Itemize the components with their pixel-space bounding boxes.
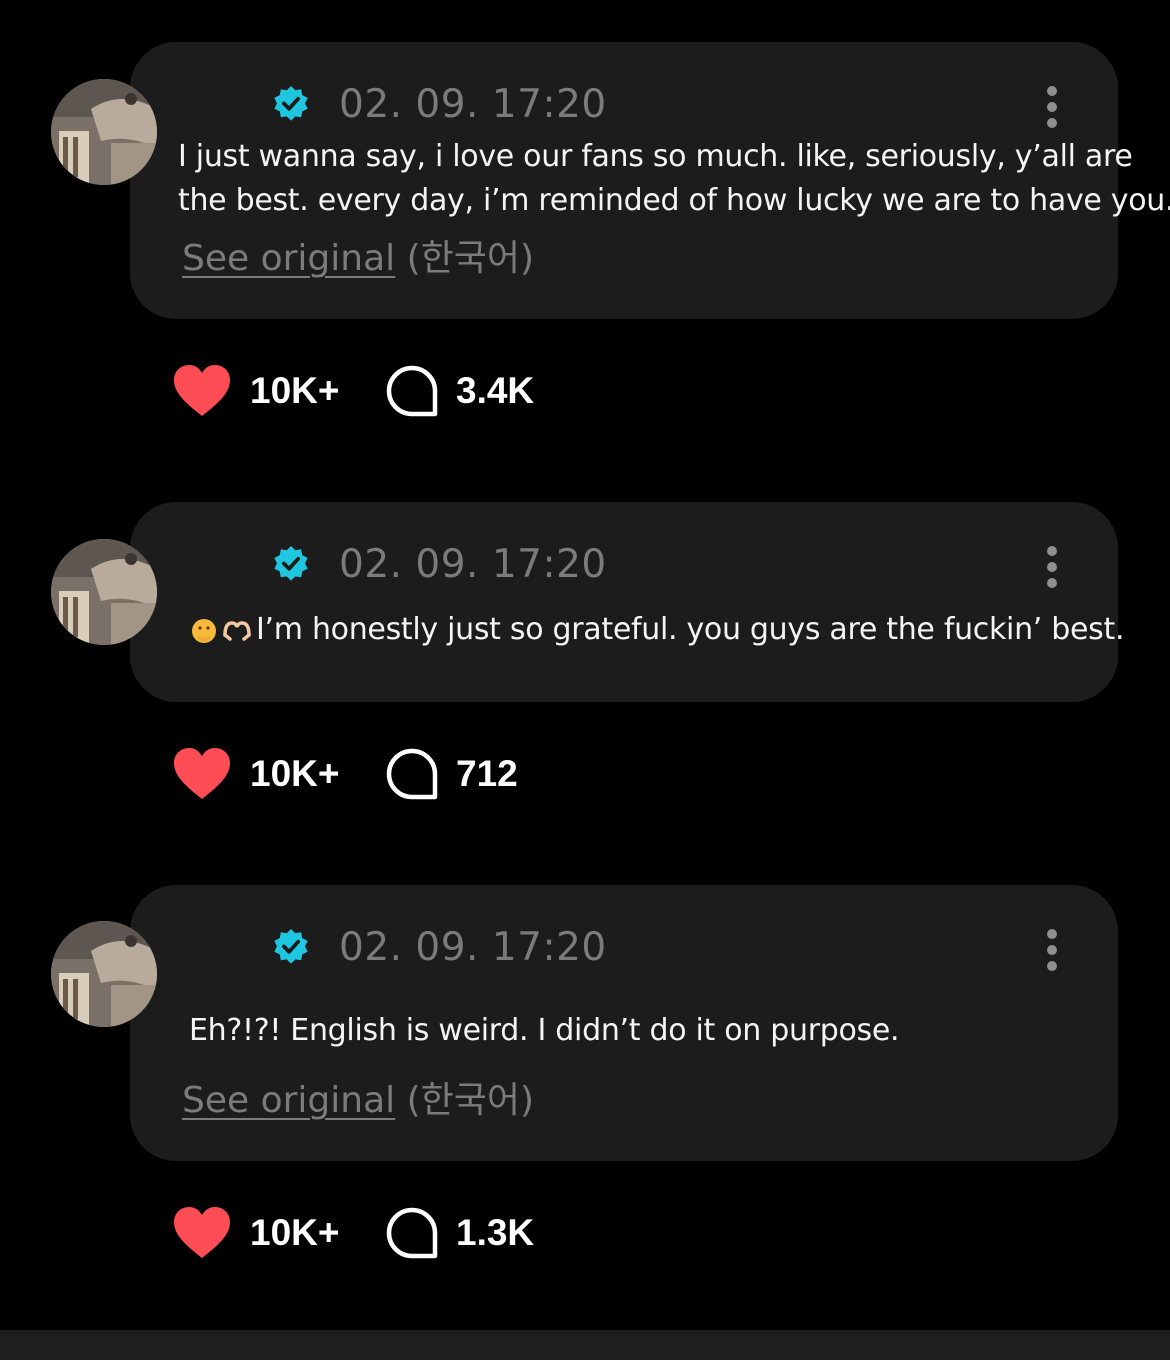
post-bubble: 02. 09. 17:20 Eh?!?! English is weird. I… (130, 885, 1118, 1161)
heart-icon (174, 365, 230, 416)
post-text-line: Eh?!?! English is weird. I didn’t do it … (189, 1013, 900, 1048)
see-original-link[interactable]: See original (182, 1080, 395, 1121)
more-vertical-icon-dot (1047, 546, 1057, 556)
heart-icon (174, 1207, 230, 1258)
more-vertical-icon-dot (1047, 961, 1057, 971)
post-bubble: 02. 09. 17:20 I’m honestly just so grate… (130, 502, 1125, 702)
like-count: 10K+ (250, 753, 340, 794)
more-vertical-icon-dot (1047, 118, 1057, 128)
more-vertical-icon-dot (1047, 578, 1057, 588)
post-timestamp: 02. 09. 17:20 (339, 81, 607, 127)
avatar[interactable] (51, 539, 157, 645)
post-bubble: 02. 09. 17:20 I just wanna say, i love o… (130, 42, 1170, 319)
like-button[interactable]: 10K+ (172, 364, 386, 418)
comment-count: 712 (456, 753, 518, 794)
comment-button[interactable]: 712 (386, 748, 518, 800)
see-original-link[interactable]: See original (182, 238, 395, 279)
more-vertical-icon-dot (1047, 945, 1057, 955)
like-count: 10K+ (250, 1212, 340, 1253)
more-options-button[interactable] (1042, 546, 1062, 588)
post-meta: 02. 09. 17:20 (272, 81, 607, 127)
post-stats: 10K+ 712 (172, 746, 518, 802)
comment-button[interactable]: 1.3K (386, 1207, 534, 1259)
heart-hands-emoji (223, 620, 251, 641)
post-stats: 10K+ 1.3K (172, 1205, 534, 1261)
post-meta: 02. 09. 17:20 (272, 924, 607, 970)
post-text-line: I just wanna say, i love our fans so muc… (178, 139, 1133, 174)
avatar[interactable] (51, 79, 157, 185)
post-text: I’m honestly just so grateful. you guys … (190, 608, 1125, 652)
comment-bubble-icon (386, 748, 438, 800)
verified-badge-icon (274, 85, 308, 121)
comment-bubble-icon (386, 1207, 438, 1259)
post-timestamp: 02. 09. 17:20 (339, 924, 607, 970)
comment-count: 1.3K (456, 1212, 535, 1253)
post-text: Eh?!?! English is weird. I didn’t do it … (189, 1009, 900, 1053)
hand-over-mouth-emoji (192, 618, 216, 643)
verified-badge-icon (274, 545, 308, 581)
comment-button[interactable]: 3.4K (386, 365, 534, 417)
more-options-button[interactable] (1042, 86, 1062, 128)
post-text-line: I’m honestly just so grateful. you guys … (256, 612, 1125, 647)
more-vertical-icon-dot (1047, 86, 1057, 96)
verified-badge-icon (274, 928, 308, 964)
post-text: I just wanna say, i love our fans so muc… (178, 135, 1170, 223)
post-stats: 10K+ 3.4K (172, 363, 534, 419)
comment-bubble-icon (386, 365, 438, 417)
comment-count: 3.4K (456, 370, 535, 411)
like-button[interactable]: 10K+ (172, 747, 386, 801)
more-vertical-icon-dot (1047, 929, 1057, 939)
original-language: (한국어) (406, 1080, 535, 1121)
more-vertical-icon-dot (1047, 562, 1057, 572)
see-original: See original (한국어) (182, 1071, 534, 1123)
original-language: (한국어) (406, 238, 535, 279)
post-text-line: the best. every day, i’m reminded of how… (178, 183, 1170, 218)
avatar[interactable] (51, 921, 157, 1027)
post-meta: 02. 09. 17:20 (272, 541, 607, 587)
bottom-bar (0, 1330, 1170, 1360)
like-count: 10K+ (250, 370, 340, 411)
like-button[interactable]: 10K+ (172, 1206, 386, 1260)
post-timestamp: 02. 09. 17:20 (339, 541, 607, 587)
more-options-button[interactable] (1042, 929, 1062, 971)
heart-icon (174, 748, 230, 799)
more-vertical-icon-dot (1047, 102, 1057, 112)
see-original: See original (한국어) (182, 229, 534, 281)
